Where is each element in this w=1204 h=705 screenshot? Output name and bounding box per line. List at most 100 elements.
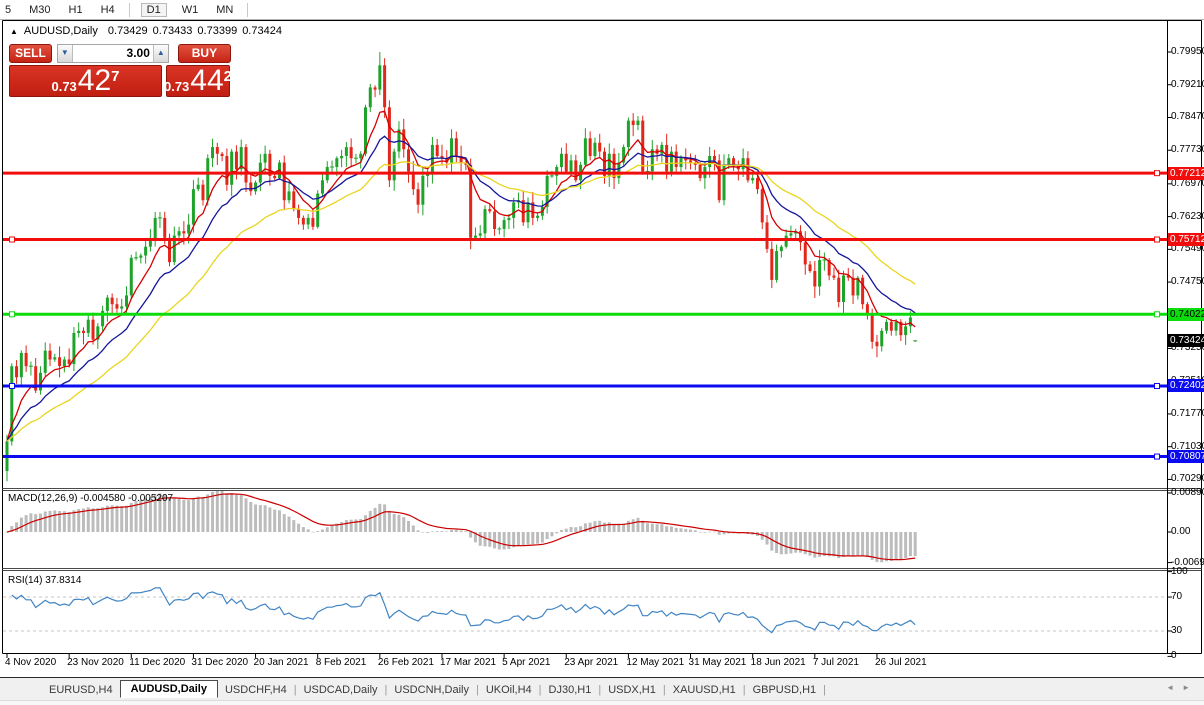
timeframe-button-mn[interactable]: MN [213, 3, 236, 17]
macd-histogram-bar [38, 513, 42, 532]
macd-histogram-bar [206, 494, 210, 532]
macd-histogram-bar [349, 519, 353, 532]
candle-body [402, 129, 406, 150]
volume-decrease-button[interactable]: ▼ [57, 45, 73, 62]
chart-tab-dj30-h1[interactable]: DJ30,H1 [542, 684, 599, 696]
tab-scroll-right-icon[interactable]: ► [1182, 683, 1198, 692]
candle-body [421, 175, 425, 205]
chart-tab-ukoil-h4[interactable]: UKOil,H4 [479, 684, 539, 696]
candle-body [67, 359, 71, 364]
macd-histogram-bar [555, 532, 559, 534]
candle-body [493, 211, 497, 229]
macd-histogram-bar [516, 532, 520, 546]
candlestick-chart[interactable] [2, 20, 1202, 676]
candle-body [803, 242, 807, 265]
candle-body [416, 189, 420, 205]
macd-histogram-bar [416, 530, 420, 532]
timeframe-button-m30[interactable]: M30 [26, 3, 53, 17]
macd-histogram-bar [282, 514, 286, 532]
buy-price-box[interactable]: 0.73 44 2 [164, 65, 232, 97]
candle-body [81, 330, 85, 333]
macd-histogram-bar [827, 532, 831, 557]
macd-histogram-bar [889, 532, 893, 561]
candle-body [512, 202, 516, 218]
collapse-triangle-icon[interactable]: ▲ [10, 27, 18, 36]
macd-histogram-bar [392, 513, 396, 532]
candle-body [201, 184, 205, 201]
macd-histogram-bar [120, 506, 124, 532]
candle-body [249, 182, 253, 192]
macd-histogram-bar [397, 514, 401, 532]
level-line-handle[interactable] [9, 311, 15, 318]
macd-histogram-bar [407, 520, 411, 532]
macd-histogram-bar [292, 520, 296, 532]
macd-histogram-bar [239, 495, 243, 532]
candle-body [48, 350, 52, 360]
chart-tab-usdcad-daily[interactable]: USDCAD,Daily [297, 684, 385, 696]
timeframe-button-d1[interactable]: D1 [140, 2, 167, 17]
chart-tab-usdx-h1[interactable]: USDX,H1 [601, 684, 663, 696]
level-line-handle[interactable] [1154, 311, 1160, 318]
date-label: 11 Dec 2020 [129, 657, 186, 668]
candle-body [206, 158, 210, 201]
macd-histogram-bar [669, 526, 673, 532]
level-line-handle[interactable] [9, 236, 15, 243]
macd-histogram-bar [411, 525, 415, 532]
price-tick-label: 0.71770 [1171, 407, 1204, 419]
macd-histogram-bar [426, 532, 430, 533]
candle-body [473, 235, 477, 238]
level-price-badge: 0.70807 [1168, 450, 1204, 464]
timeframe-button-5[interactable]: 5 [2, 3, 14, 17]
macd-histogram-bar [48, 510, 52, 532]
candle-body [373, 87, 377, 90]
volume-input[interactable]: 3.00 [72, 45, 153, 62]
macd-histogram-bar [101, 507, 105, 532]
chart-tab-eurusd-h4[interactable]: EURUSD,H4 [42, 684, 120, 696]
volume-increase-button[interactable]: ▲ [152, 45, 168, 62]
level-line-handle[interactable] [1154, 236, 1160, 243]
chart-tab-usdchf-h4[interactable]: USDCHF,H4 [218, 684, 294, 696]
timeframe-button-h4[interactable]: H4 [98, 3, 118, 17]
chart-tab-gbpusd-h1[interactable]: GBPUSD,H1 [746, 684, 824, 696]
candle-body [105, 297, 109, 311]
price-tick-label: 0.76230 [1171, 210, 1204, 222]
candle-body [19, 352, 23, 378]
current-price-badge: 0.73424 [1168, 334, 1204, 348]
timeframe-button-w1[interactable]: W1 [179, 3, 202, 17]
macd-histogram-bar [865, 532, 869, 558]
tab-scroll-left-icon[interactable]: ◄ [1166, 683, 1182, 692]
candle-body [196, 184, 200, 190]
date-label: 12 May 2021 [626, 657, 685, 668]
timeframe-button-h1[interactable]: H1 [66, 3, 86, 17]
rsi-tick-label: 70 [1171, 591, 1183, 603]
candle-body [536, 215, 540, 218]
candle-body [861, 277, 865, 305]
macd-histogram-bar [105, 505, 109, 532]
candle-body [191, 189, 195, 225]
macd-histogram-bar [244, 498, 248, 532]
macd-histogram-bar [72, 510, 76, 532]
macd-histogram-bar [684, 528, 688, 532]
buy-button[interactable]: BUY [177, 44, 231, 63]
level-line-handle[interactable] [9, 382, 15, 389]
candle-body [483, 209, 487, 234]
level-price-badge: 0.74022 [1168, 307, 1204, 321]
macd-histogram-bar [450, 529, 454, 532]
chart-tab-usdcnh-daily[interactable]: USDCNH,Daily [387, 684, 476, 696]
sell-price-box[interactable]: 0.73 42 7 [9, 65, 162, 97]
candle-body [698, 164, 702, 179]
chart-tab-xauusd-h1[interactable]: XAUUSD,H1 [666, 684, 743, 696]
candle-body [349, 147, 353, 159]
level-line-handle[interactable] [1154, 382, 1160, 389]
candle-body [177, 231, 181, 236]
moving-average-medium [6, 135, 916, 442]
toolbar-separator [247, 2, 249, 17]
level-line-handle[interactable] [1154, 453, 1160, 460]
chart-tab-audusd-daily[interactable]: AUDUSD,Daily [119, 679, 218, 698]
level-line-handle[interactable] [1154, 170, 1160, 177]
rsi-tick-label: 30 [1171, 624, 1183, 636]
price-tick-label: 0.74750 [1171, 276, 1204, 288]
macd-histogram-bar [779, 532, 783, 555]
price-tick-label: 0.76970 [1171, 177, 1204, 189]
sell-button[interactable]: SELL [9, 44, 52, 63]
